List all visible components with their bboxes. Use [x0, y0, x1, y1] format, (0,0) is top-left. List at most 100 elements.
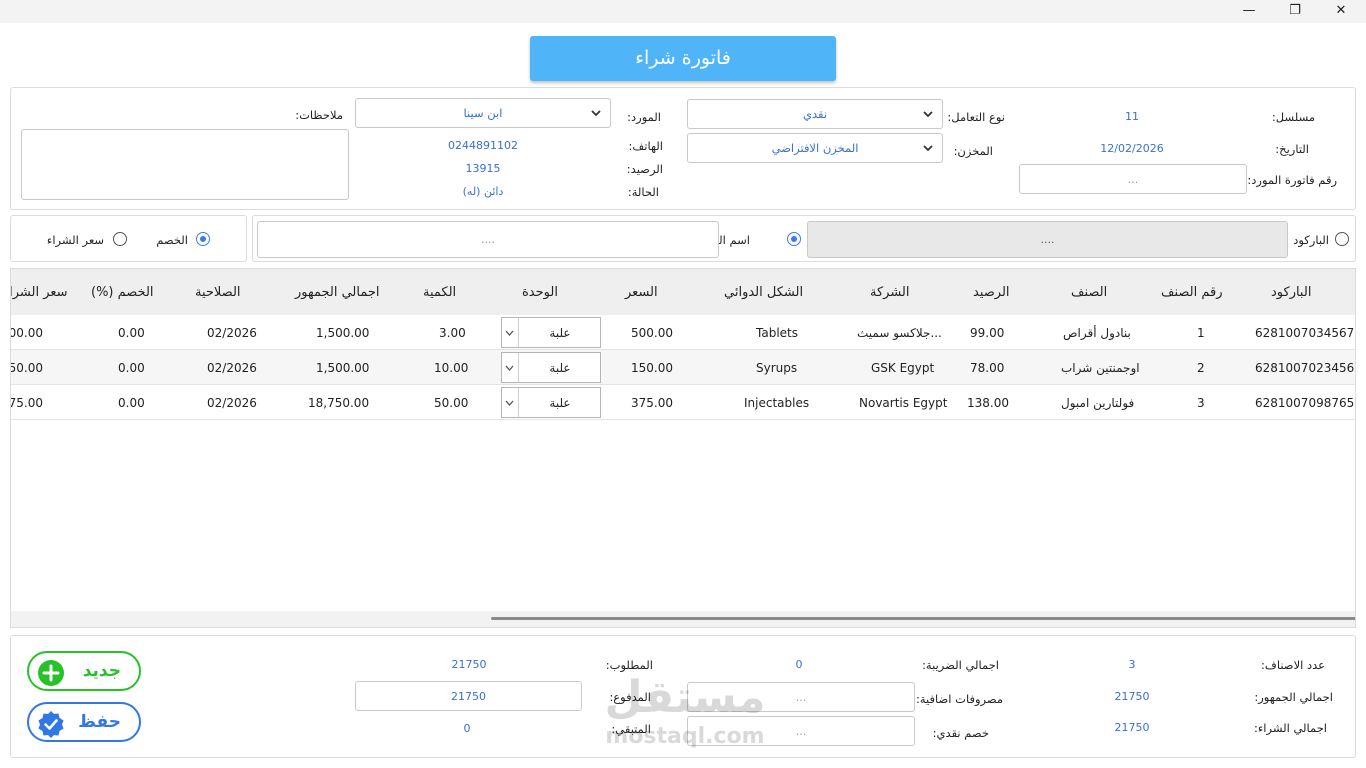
col-item[interactable]: الصنف — [1071, 285, 1107, 300]
cell-purchase-price: 150.00 — [10, 361, 43, 375]
col-balance[interactable]: الرصيد — [973, 285, 1010, 300]
notes-textarea[interactable] — [21, 129, 349, 200]
barcode-radio[interactable] — [1335, 232, 1349, 246]
cell-discount-pct: 0.00 — [118, 326, 145, 340]
col-expiry[interactable]: الصلاحية — [195, 285, 241, 300]
cell-balance: 138.00 — [967, 396, 1009, 410]
cell-balance: 99.00 — [970, 326, 1005, 340]
phone-label: الهاتف: — [628, 139, 663, 153]
extra-expenses-label: مصروفات اضافية: — [916, 692, 1003, 706]
cell-discount-pct: 0.00 — [118, 396, 145, 410]
cell-form: Tablets — [756, 326, 798, 340]
col-qty[interactable]: الكمية — [423, 285, 456, 300]
cell-discount-pct: 0.00 — [118, 361, 145, 375]
barcode-radio-label: الباركود — [1293, 233, 1329, 247]
items-count-value: 3 — [1128, 658, 1136, 671]
cell-item-no: 1 — [1197, 326, 1205, 340]
cell-company: جلاكسو سميث... — [857, 326, 942, 340]
supplier-label: المورد: — [627, 110, 661, 124]
col-discount-pct[interactable]: الخصم (%) — [91, 285, 154, 300]
search-panel: الباركود .... اسم الصنف .... — [252, 215, 1356, 262]
supplier-select[interactable]: ابن سينا — [355, 98, 611, 128]
cash-discount-input[interactable]: ... — [687, 716, 915, 746]
deal-type-label: نوع التعامل: — [947, 110, 1005, 124]
chevron-down-icon — [505, 400, 514, 406]
chevron-down-icon — [505, 330, 514, 336]
col-purchase-price[interactable]: سعر الشراء — [11, 285, 68, 300]
col-barcode[interactable]: الباركود — [1271, 285, 1311, 300]
summary-panel: عدد الاصناف: 3 اجمالي الجمهور: 21750 اجم… — [10, 635, 1356, 758]
col-company[interactable]: الشركة — [870, 285, 910, 300]
cell-item: اوجمنتين شراب — [1061, 361, 1140, 375]
balance-label: الرصيد: — [626, 162, 663, 176]
paid-input[interactable]: 21750 — [355, 681, 582, 711]
required-value: 21750 — [451, 658, 487, 671]
status-label: الحالة: — [627, 185, 659, 199]
cell-item: فولتارين امبول — [1061, 396, 1135, 410]
save-button[interactable]: حفظ — [27, 702, 141, 742]
new-button-label: جديد — [82, 661, 121, 681]
barcode-input[interactable]: .... — [807, 221, 1288, 258]
supplier-invoice-label: رقم فاتورة المورد: — [1247, 173, 1337, 187]
cash-discount-label: خصم نقدي: — [932, 726, 989, 740]
unit-select[interactable]: علبة — [501, 317, 601, 348]
col-unit[interactable]: الوحدة — [522, 285, 558, 300]
item-name-radio[interactable] — [787, 232, 801, 246]
cell-price: 500.00 — [631, 326, 673, 340]
remaining-label: المتبقي: — [611, 722, 651, 736]
cell-purchase-price: 375.00 — [10, 396, 43, 410]
minimize-button[interactable]: — — [1226, 0, 1272, 23]
col-form[interactable]: الشكل الدوائي — [724, 285, 803, 300]
item-name-input[interactable]: .... — [257, 221, 719, 258]
discount-radio[interactable] — [196, 232, 210, 246]
cell-item: بنادول أقراص — [1063, 326, 1131, 340]
chevron-down-icon — [923, 111, 933, 118]
items-table: الباركود رقم الصنف الصنف الرصيد الشركة ا… — [10, 268, 1356, 628]
deal-type-select[interactable]: نقدي — [687, 99, 943, 129]
cell-item-no: 2 — [1197, 361, 1205, 375]
purchase-price-radio[interactable] — [113, 232, 127, 246]
extra-expenses-input[interactable]: ... — [687, 682, 915, 712]
cell-qty: 3.00 — [439, 326, 466, 340]
table-header: الباركود رقم الصنف الصنف الرصيد الشركة ا… — [11, 269, 1355, 315]
unit-select[interactable]: علبة — [501, 387, 601, 418]
table-row[interactable]: 6281007034567 1 بنادول أقراص 99.00 جلاكس… — [11, 315, 1355, 350]
cell-form: Injectables — [744, 396, 810, 410]
total-public-label: اجمالي الجمهور: — [1254, 690, 1333, 704]
store-select[interactable]: المخزن الافتراضي — [687, 133, 943, 163]
serial-value: 11 — [1125, 110, 1139, 123]
phone-value: 0244891102 — [448, 139, 518, 152]
window-titlebar: — ❐ ✕ — [0, 0, 1366, 23]
scrollbar-thumb[interactable] — [491, 617, 1355, 620]
close-button[interactable]: ✕ — [1318, 0, 1364, 23]
cell-expiry: 02/2026 — [207, 326, 257, 340]
col-total-public[interactable]: اجمالي الجمهور — [295, 285, 380, 300]
chevron-down-icon — [505, 365, 514, 371]
discount-radio-label: الخصم — [156, 233, 188, 247]
total-purchase-value: 21750 — [1114, 721, 1150, 734]
cell-expiry: 02/2026 — [207, 396, 257, 410]
table-row[interactable]: 6281007023456 2 اوجمنتين شراب 78.00 GSK … — [10, 350, 1355, 385]
chevron-down-icon — [591, 110, 601, 117]
cell-total-public: 18,750.00 — [308, 396, 370, 410]
restore-button[interactable]: ❐ — [1272, 0, 1318, 23]
table-row[interactable]: 6281007098765 3 فولتارين امبول 138.00 No… — [10, 385, 1355, 420]
invoice-header-panel: مسلسل: 11 التاريخ: 12/02/2026 رقم فاتورة… — [10, 87, 1356, 210]
cell-barcode: 6281007098765 — [1255, 396, 1355, 410]
purchase-price-radio-label: سعر الشراء — [46, 233, 104, 247]
total-tax-label: اجمالي الضريبة: — [922, 658, 999, 672]
save-button-label: حفظ — [78, 712, 121, 732]
col-price[interactable]: السعر — [625, 285, 658, 300]
horizontal-scrollbar[interactable] — [11, 611, 1355, 627]
new-button[interactable]: جديد — [27, 651, 141, 691]
chevron-down-icon — [923, 145, 933, 152]
unit-select[interactable]: علبة — [501, 352, 601, 383]
cell-price: 150.00 — [631, 361, 673, 375]
total-tax-value: 0 — [795, 658, 803, 671]
balance-value: 13915 — [465, 162, 501, 175]
paid-label: المدفوع: — [609, 690, 651, 704]
cell-barcode: 6281007023456 — [1255, 361, 1355, 375]
col-item-no[interactable]: رقم الصنف — [1161, 285, 1223, 300]
cell-qty: 50.00 — [434, 396, 469, 410]
supplier-invoice-input[interactable]: ... — [1019, 164, 1247, 194]
